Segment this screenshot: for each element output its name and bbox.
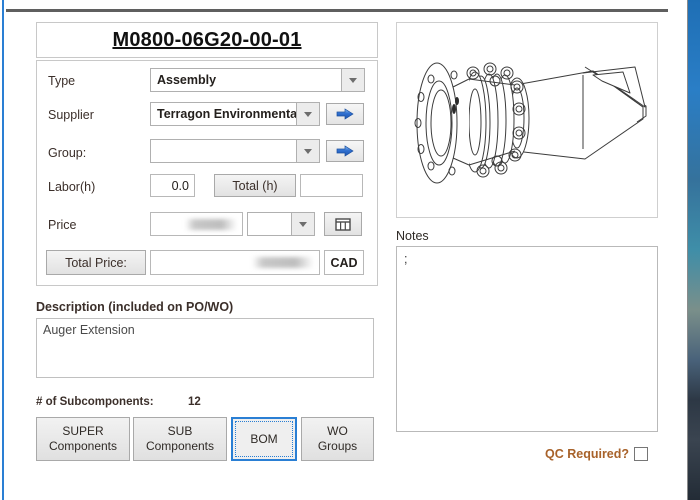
- supplier-value: Terragon Environmenta: [157, 107, 296, 121]
- total-price-button[interactable]: Total Price:: [46, 250, 146, 275]
- notes-value: ;: [404, 252, 408, 266]
- chevron-down-icon[interactable]: [341, 69, 364, 91]
- tab-wo-groups[interactable]: WO Groups: [301, 417, 374, 461]
- app-window: M0800-06G20-00-01 Type Assembly Supplier…: [0, 0, 700, 500]
- tab-sub-components[interactable]: SUB Components: [133, 417, 227, 461]
- tab-wo-groups-line2: Groups: [317, 439, 358, 453]
- blue-right-arrow-icon: [336, 108, 354, 120]
- price-label: Price: [48, 218, 77, 232]
- total-hours-input[interactable]: [300, 174, 363, 197]
- supplier-label: Supplier: [48, 108, 94, 122]
- window-top-divider: [6, 9, 668, 12]
- tab-sub-components-line2: Components: [145, 439, 215, 453]
- notes-label: Notes: [396, 229, 429, 243]
- total-price-button-label: Total Price:: [65, 255, 127, 270]
- tab-super-components-line1: SUPER: [62, 424, 104, 438]
- currency-label-box: CAD: [324, 250, 364, 275]
- chevron-down-icon[interactable]: [296, 140, 319, 162]
- qc-required-checkbox[interactable]: [634, 447, 648, 461]
- table-calculator-icon: [335, 217, 351, 231]
- tab-sub-components-line1: SUB: [167, 424, 193, 438]
- type-select[interactable]: Assembly: [150, 68, 365, 92]
- description-value: Auger Extension: [43, 323, 135, 337]
- part-number-header: M0800-06G20-00-01: [36, 22, 378, 58]
- tab-bom[interactable]: BOM: [231, 417, 297, 461]
- total-hours-button[interactable]: Total (h): [214, 174, 296, 197]
- group-select[interactable]: [150, 139, 320, 163]
- currency-label: CAD: [330, 255, 358, 270]
- price-redacted-value: [185, 218, 237, 230]
- group-goto-button[interactable]: [326, 140, 364, 162]
- total-hours-button-label: Total (h): [232, 178, 278, 193]
- labor-hours-input[interactable]: 0.0: [150, 174, 195, 197]
- page-title: M0800-06G20-00-01: [112, 28, 302, 51]
- notes-textarea[interactable]: ;: [396, 246, 658, 432]
- total-price-redacted-value: [252, 257, 314, 268]
- description-label: Description (included on PO/WO): [36, 300, 234, 314]
- tab-wo-groups-line1: WO: [327, 424, 348, 438]
- desktop-background-strip: [688, 0, 700, 500]
- labor-label: Labor(h): [48, 180, 96, 194]
- qc-required-label: QC Required?: [545, 447, 630, 461]
- labor-hours-value: 0.0: [171, 178, 189, 193]
- tab-super-components[interactable]: SUPER Components: [36, 417, 130, 461]
- price-unit-select[interactable]: [247, 212, 315, 236]
- subcomponents-label: # of Subcomponents:: [36, 396, 154, 408]
- tab-super-components-line2: Components: [48, 439, 118, 453]
- blue-right-arrow-icon: [336, 145, 354, 157]
- subcomponents-count: 12: [188, 396, 201, 408]
- part-preview-image[interactable]: [396, 22, 658, 218]
- price-input[interactable]: [150, 212, 243, 236]
- supplier-goto-button[interactable]: [326, 103, 364, 125]
- tab-bom-line1: BOM: [250, 431, 278, 446]
- description-textarea[interactable]: Auger Extension: [36, 318, 374, 378]
- total-price-input[interactable]: [150, 250, 320, 275]
- type-value: Assembly: [157, 73, 217, 87]
- window-left-edge: [2, 0, 4, 500]
- chevron-down-icon[interactable]: [291, 213, 314, 235]
- type-label: Type: [48, 74, 76, 88]
- group-label: Group:: [48, 146, 87, 160]
- supplier-select[interactable]: Terragon Environmenta: [150, 102, 320, 126]
- price-breakdown-button[interactable]: [324, 212, 362, 236]
- chevron-down-icon[interactable]: [296, 103, 319, 125]
- auger-extension-drawing-icon: [414, 62, 647, 184]
